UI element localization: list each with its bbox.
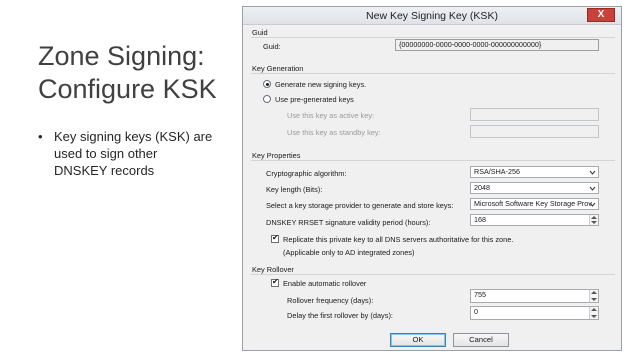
chevron-down-icon bbox=[589, 186, 596, 191]
rollover-frequency-value: 755 bbox=[474, 290, 486, 299]
chevron-down-icon bbox=[589, 202, 596, 207]
spin-down-icon[interactable] bbox=[591, 315, 597, 318]
cancel-button[interactable]: Cancel bbox=[453, 333, 509, 347]
delay-spin-buttons[interactable] bbox=[589, 307, 598, 319]
radio-selected-dot bbox=[265, 82, 269, 86]
rollover-frequency-label: Rollover frequency (days): bbox=[287, 296, 374, 305]
pregenerated-keys-radio[interactable] bbox=[263, 95, 271, 103]
first-rollover-delay-value: 0 bbox=[474, 307, 478, 316]
checkmark-icon: ✔ bbox=[272, 277, 279, 286]
ok-button[interactable]: OK bbox=[390, 333, 446, 347]
slide-title: Zone Signing: Configure KSK bbox=[38, 40, 238, 106]
spin-up-icon[interactable] bbox=[591, 291, 597, 294]
rrset-validity-label: DNSKEY RRSET signature validity period (… bbox=[266, 218, 431, 227]
slide-bullet-list: • Key signing keys (KSK) are used to sig… bbox=[38, 128, 238, 179]
key-properties-group-divider bbox=[251, 160, 615, 161]
rrset-validity-value: 168 bbox=[474, 215, 486, 224]
rollover-frequency-stepper[interactable]: 755 bbox=[470, 289, 599, 303]
frequency-spin-buttons[interactable] bbox=[589, 290, 598, 302]
key-rollover-group-label: Key Rollover bbox=[252, 265, 294, 274]
guid-label: Guid: bbox=[263, 42, 281, 51]
active-key-label: Use this key as active key: bbox=[287, 111, 375, 120]
algorithm-label: Cryptographic algorithm: bbox=[266, 169, 347, 178]
first-rollover-delay-stepper[interactable]: 0 bbox=[470, 306, 599, 320]
slide-title-line-1: Zone Signing: bbox=[38, 41, 205, 71]
chevron-down-icon bbox=[589, 170, 596, 175]
pregenerated-keys-label[interactable]: Use pre-generated keys bbox=[275, 95, 354, 104]
bullet-line-3: DNSKEY records bbox=[54, 163, 155, 178]
standby-key-field[interactable] bbox=[470, 125, 599, 138]
key-length-select[interactable]: 2048 bbox=[470, 182, 599, 194]
spin-up-icon[interactable] bbox=[591, 216, 597, 219]
key-properties-group-label: Key Properties bbox=[252, 151, 301, 160]
bullet-line-1: Key signing keys (KSK) are bbox=[54, 129, 213, 144]
guid-group-label: Guid bbox=[252, 28, 268, 37]
replicate-key-note: (Applicable only to AD integrated zones) bbox=[283, 248, 415, 257]
first-rollover-delay-label: Delay the first rollover by (days): bbox=[287, 311, 393, 320]
key-generation-group-divider bbox=[251, 73, 615, 74]
dialog-titlebar[interactable]: New Key Signing Key (KSK) X bbox=[243, 7, 621, 25]
bullet-line-2: used to sign other bbox=[54, 146, 158, 161]
slide-bullet: • Key signing keys (KSK) are used to sig… bbox=[38, 128, 238, 179]
key-length-value: 2048 bbox=[474, 183, 490, 192]
close-button[interactable]: X bbox=[587, 8, 615, 22]
checkmark-icon: ✔ bbox=[272, 233, 279, 242]
spin-down-icon[interactable] bbox=[591, 221, 597, 224]
bullet-text: Key signing keys (KSK) are used to sign … bbox=[54, 128, 238, 179]
ksp-select[interactable]: Microsoft Software Key Storage Prov bbox=[470, 198, 599, 210]
spin-down-icon[interactable] bbox=[591, 298, 597, 301]
rrset-validity-stepper[interactable]: 168 bbox=[470, 214, 599, 226]
key-length-label: Key length (Bits): bbox=[266, 185, 323, 194]
close-icon: X bbox=[597, 9, 605, 20]
key-generation-group-label: Key Generation bbox=[252, 64, 304, 73]
replicate-key-checkbox[interactable]: ✔ bbox=[271, 233, 279, 243]
generate-keys-label[interactable]: Generate new signing keys. bbox=[275, 80, 366, 89]
auto-rollover-checkbox[interactable]: ✔ bbox=[271, 277, 279, 287]
guid-field[interactable]: {00000000-0000-0000-0000-000000000000} bbox=[395, 39, 599, 51]
standby-key-label: Use this key as standby key: bbox=[287, 128, 381, 137]
bullet-marker: • bbox=[38, 129, 43, 144]
algorithm-value: RSA/SHA-256 bbox=[474, 167, 520, 176]
algorithm-select[interactable]: RSA/SHA-256 bbox=[470, 166, 599, 178]
guid-group-divider bbox=[251, 37, 615, 38]
replicate-key-label[interactable]: Replicate this private key to all DNS se… bbox=[283, 235, 513, 244]
ksp-label: Select a key storage provider to generat… bbox=[266, 201, 454, 210]
auto-rollover-label[interactable]: Enable automatic rollover bbox=[283, 279, 366, 288]
rrset-spin-buttons[interactable] bbox=[589, 215, 598, 225]
generate-keys-radio[interactable] bbox=[263, 80, 271, 88]
dialog-title: New Key Signing Key (KSK) bbox=[366, 10, 498, 22]
ksp-value: Microsoft Software Key Storage Prov bbox=[474, 199, 592, 208]
slide-title-line-2: Configure KSK bbox=[38, 74, 217, 104]
ksk-dialog: New Key Signing Key (KSK) X Guid Guid: {… bbox=[242, 6, 622, 351]
key-rollover-group-divider bbox=[251, 274, 615, 275]
active-key-field[interactable] bbox=[470, 108, 599, 121]
spin-up-icon[interactable] bbox=[591, 308, 597, 311]
